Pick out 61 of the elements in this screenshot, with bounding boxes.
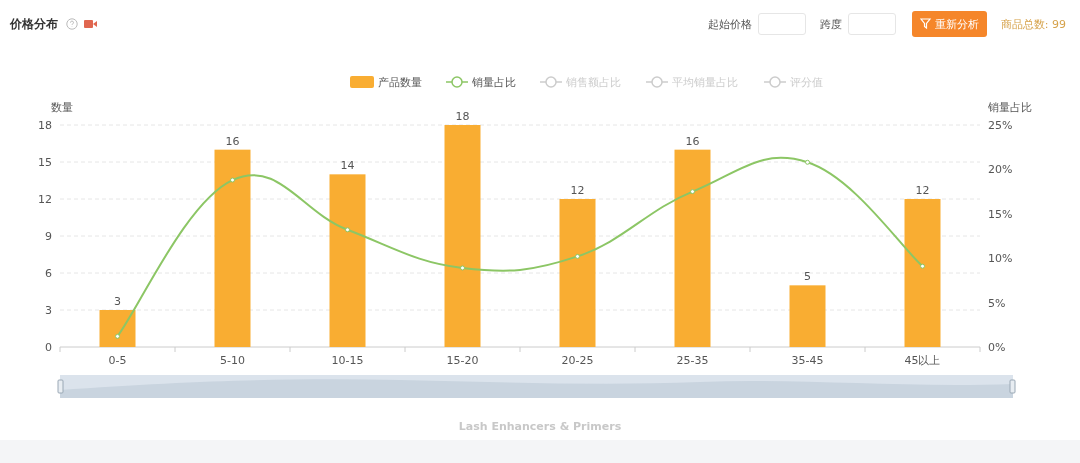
tick-label: 9 — [45, 230, 52, 243]
reanalyze-button[interactable]: 重新分析 — [911, 11, 987, 37]
data-label: 12 — [570, 184, 585, 197]
tick-label: 3 — [45, 304, 52, 317]
help-icon[interactable] — [66, 18, 78, 30]
zoom-slider[interactable] — [60, 375, 1013, 398]
data-point — [690, 189, 695, 195]
tick-label: 18 — [38, 119, 52, 132]
slider-handle[interactable] — [1009, 379, 1016, 394]
axis-title: 数量 — [51, 101, 73, 114]
field-label: 跨度 — [819, 16, 842, 32]
data-point — [230, 177, 235, 183]
tick-label: 10% — [988, 252, 1013, 266]
field-label: 起始价格 — [707, 16, 752, 32]
tick-label: 6 — [45, 267, 52, 280]
data-point — [460, 265, 465, 271]
category-label: 10-15 — [331, 354, 364, 367]
input-field[interactable] — [757, 13, 806, 35]
legend-swatch[interactable] — [350, 76, 374, 88]
category-label: 35-45 — [791, 354, 824, 367]
tick-label: 0% — [988, 341, 1006, 354]
category-label: 15-20 — [446, 354, 479, 367]
data-point — [575, 253, 580, 259]
data-label: 5 — [804, 270, 811, 284]
category-label: 45以上 — [904, 354, 941, 367]
data-label: 12 — [915, 184, 930, 197]
tick-label: 5% — [988, 296, 1006, 310]
legend-line-icon[interactable] — [645, 76, 669, 88]
tick-label: 15% — [988, 207, 1013, 221]
legend-label[interactable]: 销量占比 — [472, 76, 516, 89]
data-point — [920, 263, 925, 269]
legend-line-icon[interactable] — [539, 76, 563, 88]
tick-label: 0 — [45, 341, 52, 354]
category-label: 0-5 — [108, 354, 127, 367]
data-label: 18 — [455, 110, 470, 123]
tick-label: 15 — [38, 156, 52, 169]
data-label: 16 — [685, 134, 700, 148]
bar — [99, 310, 136, 347]
input-field[interactable] — [847, 13, 896, 35]
data-label: 14 — [340, 159, 355, 173]
data-point — [115, 333, 120, 339]
data-label: 3 — [114, 295, 121, 308]
legend-line-icon[interactable] — [445, 76, 469, 88]
data-point — [345, 227, 350, 233]
video-icon[interactable] — [84, 20, 97, 28]
slider-handle[interactable] — [57, 379, 64, 394]
category-label: 20-25 — [561, 354, 594, 367]
legend-line-icon[interactable] — [763, 76, 787, 88]
section-title: 价格分布 — [10, 15, 58, 33]
data-point — [805, 159, 810, 165]
category-label: 25-35 — [676, 354, 709, 367]
legend-label[interactable]: 产品数量 — [378, 76, 422, 89]
category-label: 5-10 — [220, 354, 245, 367]
total-count: 商品总数: 99 — [1000, 16, 1066, 32]
filter-icon — [919, 18, 932, 30]
tick-label: 25% — [988, 119, 1013, 132]
axis-title: 销量占比 — [988, 101, 1032, 114]
tick-label: 12 — [38, 193, 52, 206]
data-label: 16 — [225, 134, 240, 148]
bar — [789, 285, 826, 347]
tick-label: 20% — [988, 163, 1013, 177]
